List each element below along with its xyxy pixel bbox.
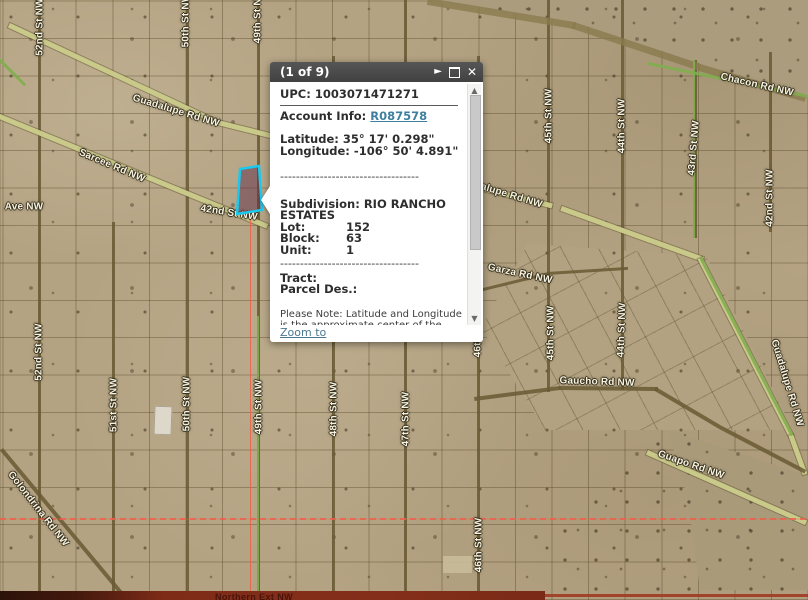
street-label: 45th St NW <box>546 306 557 361</box>
street-label: Chacon Rd NW <box>719 71 794 99</box>
next-result-icon[interactable]: ► <box>434 67 442 77</box>
popup-pointer <box>261 186 270 214</box>
divider-line <box>280 105 458 106</box>
scroll-down-icon[interactable]: ▼ <box>468 312 481 325</box>
close-icon[interactable]: ✕ <box>467 66 477 78</box>
note-text: Please Note: Latitude and Longitude is t… <box>280 309 466 326</box>
street-label: 47th St NW <box>401 392 412 447</box>
street-label: Garza Rd NW <box>487 262 553 286</box>
street-label: Sarcee Rd NW <box>77 147 146 185</box>
street-label: 48th St NW <box>329 382 340 437</box>
account-link[interactable]: R087578 <box>370 109 427 123</box>
street-label: 44th St NW <box>617 99 628 154</box>
street-label: 46th St NW <box>474 518 485 573</box>
highlighted-parcel[interactable] <box>237 166 262 214</box>
street-label: 50th St NW <box>182 377 193 432</box>
parcel-map-viewer: Northern Ext NW 52nd St NW50th St NW49th… <box>0 0 808 600</box>
zoom-to-link[interactable]: Zoom to <box>280 326 326 339</box>
street-label: 44th St NW <box>616 302 629 357</box>
street-label: 51st St NW <box>109 378 120 432</box>
unit-row: Unit:1 <box>280 245 466 257</box>
street-label: 52nd St NW <box>35 0 46 56</box>
upc-row: UPC: 1003071471271 <box>280 89 466 101</box>
maximize-icon[interactable] <box>449 67 460 78</box>
street-label: 45th St NW <box>544 89 555 144</box>
street-label: 49th St NW <box>253 0 264 43</box>
street-label: Ave NW <box>5 202 44 213</box>
parcel-des-row: Parcel Des.: <box>280 284 466 296</box>
street-label: 43rd St NW <box>686 120 702 176</box>
parcel-info-popup: (1 of 9) ► ✕ UPC: 1003071471271 Account … <box>270 62 483 342</box>
popup-header[interactable]: (1 of 9) ► ✕ <box>270 62 483 82</box>
dashed-separator: ----------------------------------- <box>280 171 450 183</box>
street-label: Golondrina Rd NW <box>5 469 70 548</box>
popup-pager: (1 of 9) <box>280 65 330 79</box>
popup-scrollbar[interactable]: ▲ ▼ <box>467 84 481 325</box>
popup-scroll-viewport[interactable]: UPC: 1003071471271 Account Info: R087578… <box>280 84 466 325</box>
subdivision-row: Subdivision: RIO RANCHO ESTATES <box>280 199 466 222</box>
street-label: 52nd St NW <box>34 323 45 381</box>
popup-body: UPC: 1003071471271 Account Info: R087578… <box>270 82 483 342</box>
street-label: 49th St NW <box>254 380 265 435</box>
street-label: Guapo Rd NW <box>656 448 725 481</box>
account-row: Account Info: R087578 <box>280 111 466 123</box>
street-label: Gaucho Rd NW <box>559 375 635 389</box>
street-label: Guadalupe Rd NW <box>131 93 221 130</box>
dashed-separator: ----------------------------------- <box>280 258 450 270</box>
street-label: 42nd St NW <box>765 169 776 227</box>
street-label: 50th St NW <box>181 0 192 47</box>
scrollbar-thumb[interactable] <box>470 95 481 250</box>
street-label: Guadalupe Rd NW <box>769 338 806 428</box>
longitude-row: Longitude: -106° 50' 4.891" <box>280 146 466 158</box>
